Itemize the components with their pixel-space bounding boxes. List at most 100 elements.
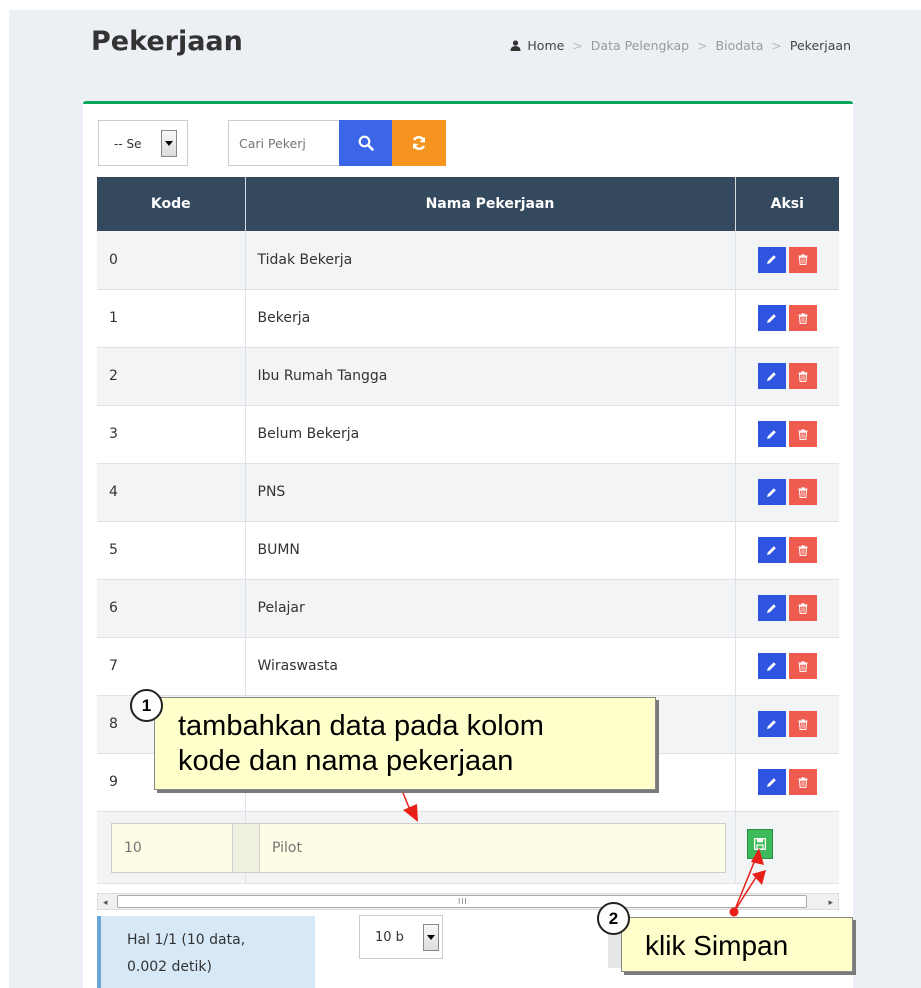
filter-select[interactable]: -- Se (98, 120, 188, 166)
cell-nama-pekerjaan: Wiraswasta (245, 637, 736, 696)
callout-1-line2: kode dan nama pekerjaan (178, 745, 514, 777)
trash-icon (798, 486, 808, 498)
per-page-value: 10 b (375, 930, 404, 945)
kode-input[interactable] (112, 824, 232, 872)
callout-1-line1: tambahkan data pada kolom (178, 710, 544, 742)
edit-button[interactable] (757, 595, 786, 621)
callout-2-text: klik Simpan (645, 930, 789, 961)
cell-aksi (735, 405, 839, 464)
search-input[interactable] (229, 121, 339, 165)
table-row: 4 PNS (97, 463, 839, 522)
cell-nama-pekerjaan: BUMN (245, 521, 736, 580)
save-button[interactable] (747, 829, 773, 859)
breadcrumb: Home > Data Pelengkap > Biodata > Pekerj… (510, 38, 851, 53)
column-divider (735, 812, 736, 884)
row-actions (757, 769, 817, 795)
delete-button[interactable] (788, 711, 817, 737)
delete-button[interactable] (788, 363, 817, 389)
edit-button[interactable] (757, 246, 786, 273)
trash-icon (798, 428, 808, 440)
breadcrumb-separator: > (572, 38, 583, 53)
table-row: 0 Tidak Bekerja (97, 231, 839, 290)
trash-icon (798, 254, 808, 266)
row-actions (757, 305, 817, 331)
trash-icon (798, 660, 808, 672)
row-actions (757, 421, 817, 447)
pencil-icon (767, 313, 777, 323)
edit-button[interactable] (757, 537, 786, 563)
edit-button[interactable] (757, 479, 786, 505)
cell-aksi (735, 289, 839, 348)
delete-button[interactable] (788, 305, 817, 331)
breadcrumb-home-label: Home (527, 38, 565, 53)
instruction-callout-1: tambahkan data pada kolom kode dan nama … (154, 697, 656, 790)
scrollbar-grip: III (458, 897, 468, 906)
row-actions (757, 537, 817, 563)
breadcrumb-home[interactable]: Home (510, 38, 564, 53)
cell-kode: 4 (97, 463, 246, 522)
row-actions (757, 653, 817, 679)
column-header-nama[interactable]: Nama Pekerjaan (245, 177, 736, 231)
edit-button[interactable] (757, 653, 786, 679)
delete-button[interactable] (788, 537, 817, 563)
row-actions (757, 595, 817, 621)
pencil-icon (767, 429, 777, 439)
table-row: 2 Ibu Rumah Tangga (97, 347, 839, 406)
pagination-info: Hal 1/1 (10 data, 0.002 detik) (97, 916, 315, 988)
column-header-kode[interactable]: Kode (97, 177, 246, 231)
cell-nama-pekerjaan: Bekerja (245, 289, 736, 348)
input-gap (233, 823, 259, 873)
nama-pekerjaan-input[interactable] (260, 824, 725, 872)
cell-aksi (735, 753, 839, 812)
floppy-disk-icon (754, 838, 766, 850)
chevron-down-icon[interactable] (161, 130, 177, 157)
cell-nama-pekerjaan: Pelajar (245, 579, 736, 638)
trash-icon (798, 544, 808, 556)
refresh-icon (412, 136, 426, 150)
table-row: 6 Pelajar (97, 579, 839, 638)
breadcrumb-data-pelengkap[interactable]: Data Pelengkap (591, 38, 689, 53)
delete-button[interactable] (788, 421, 817, 447)
trash-icon (798, 312, 808, 324)
trash-icon (798, 718, 808, 730)
pagination-info-line2: 0.002 detik) (127, 959, 212, 975)
delete-button[interactable] (788, 769, 817, 795)
edit-button[interactable] (757, 305, 786, 331)
trash-icon (798, 776, 808, 788)
scrollbar-thumb[interactable]: III (117, 895, 807, 908)
delete-button[interactable] (788, 479, 817, 505)
kode-input-wrap (111, 823, 233, 873)
horizontal-scrollbar[interactable]: ◂ III ▸ (97, 893, 839, 910)
cell-kode: 2 (97, 347, 246, 406)
scroll-left-icon[interactable]: ◂ (103, 897, 108, 908)
edit-button[interactable] (757, 363, 786, 389)
breadcrumb-separator: > (771, 38, 782, 53)
cell-kode: 0 (97, 231, 246, 290)
pencil-icon (767, 603, 777, 613)
chevron-down-icon[interactable] (423, 924, 439, 951)
row-actions (757, 363, 817, 389)
edit-button[interactable] (757, 769, 786, 795)
refresh-button[interactable] (392, 120, 446, 166)
cell-kode: 3 (97, 405, 246, 464)
breadcrumb-biodata[interactable]: Biodata (716, 38, 764, 53)
search-button[interactable] (339, 120, 392, 166)
edit-button[interactable] (757, 421, 786, 447)
cell-kode: 7 (97, 637, 246, 696)
nama-pekerjaan-input-wrap (259, 823, 726, 873)
scroll-right-icon[interactable]: ▸ (828, 897, 833, 908)
delete-button[interactable] (788, 595, 817, 621)
search-icon (358, 135, 374, 151)
delete-button[interactable] (788, 653, 817, 679)
edit-button[interactable] (757, 711, 786, 737)
delete-button[interactable] (788, 246, 817, 273)
filter-select-value: -- Se (114, 137, 142, 151)
cell-aksi (735, 463, 839, 522)
breadcrumb-separator: > (697, 38, 708, 53)
pencil-icon (767, 777, 777, 787)
cell-nama-pekerjaan: Tidak Bekerja (245, 231, 736, 290)
table-row: 7 Wiraswasta (97, 637, 839, 696)
cell-nama-pekerjaan: PNS (245, 463, 736, 522)
per-page-select[interactable]: 10 b (359, 915, 443, 959)
instruction-callout-2: klik Simpan (621, 917, 853, 972)
